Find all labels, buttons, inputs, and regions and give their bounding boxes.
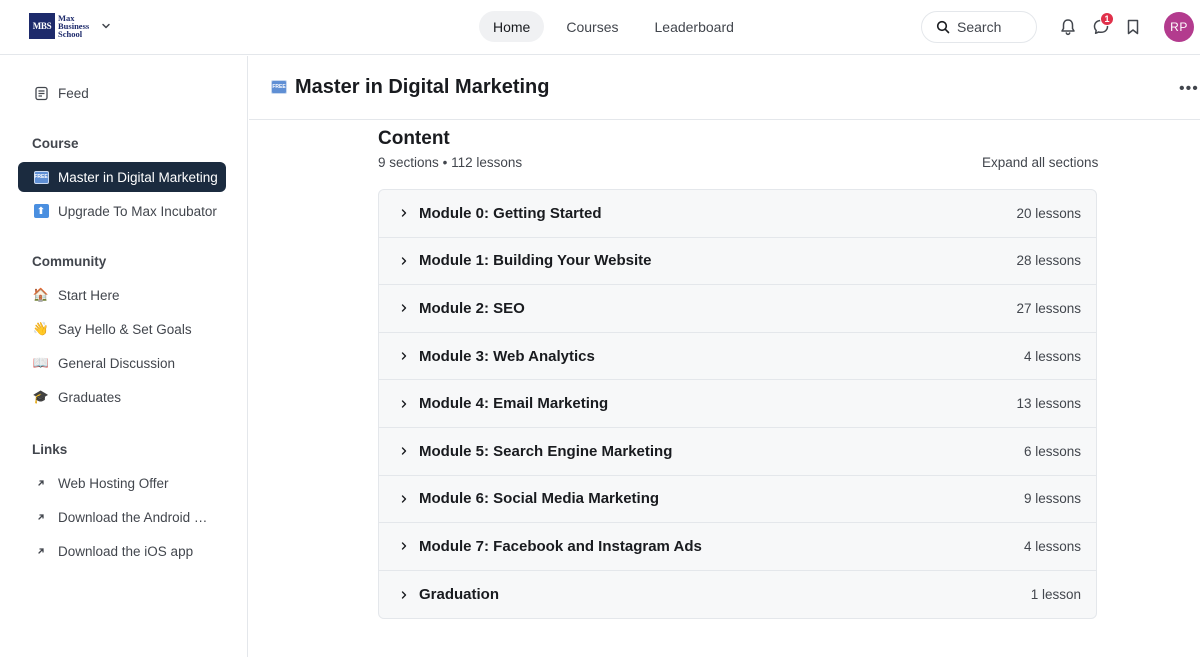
- house-icon: 🏠: [32, 287, 50, 302]
- sidebar-item-label: Upgrade To Max Incubator: [58, 203, 217, 219]
- waving-hand-icon: 👋: [32, 321, 50, 336]
- summary-separator: •: [442, 155, 448, 170]
- sidebar-item-label: General Discussion: [58, 355, 176, 371]
- sidebar-item-label: Web Hosting Offer: [58, 475, 169, 491]
- sidebar-item-feed[interactable]: Feed: [18, 78, 226, 108]
- search-icon: [936, 20, 950, 34]
- module-title: Module 6: Social Media Marketing: [419, 490, 660, 508]
- nav-courses[interactable]: Courses: [552, 11, 632, 42]
- page-header: FREE Master in Digital Marketing •••: [249, 56, 1200, 120]
- sidebar-item-say-hello[interactable]: 👋 Say Hello & Set Goals: [18, 314, 226, 344]
- module-row[interactable]: Module 0: Getting Started 20 lessons: [379, 190, 1096, 238]
- chevron-right-icon: [401, 542, 407, 551]
- up-arrow-icon: ⬆: [32, 202, 50, 220]
- content-summary: 9 sections • 112 lessons: [378, 155, 522, 170]
- module-lesson-count: 9 lessons: [1023, 491, 1081, 507]
- module-lesson-count: 27 lessons: [1016, 300, 1081, 316]
- module-title: Module 4: Email Marketing: [419, 395, 609, 413]
- more-options-icon[interactable]: •••: [1179, 80, 1199, 98]
- external-link-icon: [32, 474, 50, 492]
- chevron-right-icon: [401, 209, 407, 217]
- bell-icon[interactable]: [1058, 17, 1078, 37]
- module-lesson-count: 20 lessons: [1016, 205, 1081, 221]
- chevron-right-icon: [401, 495, 407, 503]
- chevron-right-icon: [401, 399, 407, 408]
- avatar[interactable]: RP: [1164, 12, 1194, 42]
- expand-all-sections-button[interactable]: Expand all sections: [982, 155, 1098, 170]
- sidebar-item-label: Start Here: [58, 287, 120, 303]
- chevron-right-icon: [401, 352, 407, 360]
- module-title: Module 1: Building Your Website: [419, 252, 652, 270]
- graduation-cap-icon: 🎓: [32, 389, 50, 404]
- feed-icon: [32, 84, 50, 102]
- sidebar-item-label: Master in Digital Marketing: [58, 169, 218, 185]
- search-label: Search: [957, 19, 1002, 35]
- sidebar-item-label: Download the iOS app: [58, 543, 194, 559]
- module-title: Graduation: [419, 586, 500, 604]
- module-row[interactable]: Module 2: SEO 27 lessons: [379, 285, 1096, 333]
- sidebar-link-ios-app[interactable]: Download the iOS app: [18, 536, 226, 566]
- brand-logo: MBS: [29, 13, 55, 39]
- module-title: Module 0: Getting Started: [419, 204, 602, 222]
- module-row[interactable]: Module 5: Search Engine Marketing 6 less…: [379, 428, 1096, 476]
- modules-list: Module 0: Getting Started 20 lessons Mod…: [378, 189, 1097, 620]
- module-row[interactable]: Graduation 1 lesson: [379, 571, 1096, 619]
- sidebar-item-label: Feed: [58, 85, 89, 101]
- chevron-down-icon: [102, 23, 110, 29]
- main-nav: Home Courses Leaderboard: [479, 11, 756, 42]
- module-row[interactable]: Module 1: Building Your Website 28 lesso…: [379, 238, 1096, 286]
- module-row[interactable]: Module 3: Web Analytics 4 lessons: [379, 333, 1096, 381]
- module-lesson-count: 4 lessons: [1023, 348, 1081, 364]
- nav-leaderboard[interactable]: Leaderboard: [641, 11, 748, 42]
- free-tag-icon: FREE: [271, 80, 287, 94]
- module-lesson-count: 13 lessons: [1016, 396, 1081, 412]
- chevron-right-icon: [401, 590, 407, 599]
- sidebar-item-graduates[interactable]: 🎓 Graduates: [18, 382, 226, 412]
- lessons-count: 112 lessons: [451, 155, 523, 170]
- bookmark-icon[interactable]: [1123, 17, 1143, 37]
- sidebar-item-start-here[interactable]: 🏠 Start Here: [18, 280, 226, 310]
- module-lesson-count: 6 lessons: [1023, 443, 1081, 459]
- sidebar-item-label: Graduates: [58, 389, 122, 405]
- sidebar-item-label: Say Hello & Set Goals: [58, 321, 192, 337]
- module-title: Module 5: Search Engine Marketing: [419, 442, 673, 460]
- module-lesson-count: 4 lessons: [1023, 538, 1081, 554]
- top-bar: MBS Max Business School Home Courses Lea…: [0, 0, 1200, 55]
- module-lesson-count: 28 lessons: [1016, 253, 1081, 269]
- module-title: Module 7: Facebook and Instagram Ads: [419, 537, 702, 555]
- brand-name: Max Business School: [58, 13, 90, 39]
- sidebar-link-web-hosting[interactable]: Web Hosting Offer: [18, 468, 226, 498]
- sidebar-link-android-app[interactable]: Download the Android app: [18, 502, 226, 532]
- chevron-right-icon: [401, 257, 407, 265]
- module-title: Module 2: SEO: [419, 299, 525, 317]
- free-tag-icon: FREE: [32, 168, 50, 186]
- course-heading: Course: [32, 136, 79, 151]
- external-link-icon: [32, 508, 50, 526]
- search-button[interactable]: Search: [921, 11, 1037, 43]
- sidebar-item-general-discussion[interactable]: 📖 General Discussion: [18, 348, 226, 378]
- sidebar-item-label: Download the Android app: [58, 509, 208, 525]
- sidebar-item-master-digital-marketing[interactable]: FREE Master in Digital Marketing: [18, 162, 226, 192]
- module-lesson-count: 1 lesson: [1030, 587, 1081, 603]
- open-book-icon: 📖: [32, 355, 50, 370]
- external-link-icon: [32, 542, 50, 560]
- messages-badge: 1: [1100, 12, 1114, 26]
- nav-home[interactable]: Home: [479, 11, 545, 42]
- sidebar-item-upgrade-incubator[interactable]: ⬆ Upgrade To Max Incubator: [18, 196, 226, 226]
- sections-count: 9 sections: [378, 155, 439, 170]
- links-heading: Links: [32, 442, 68, 457]
- module-title: Module 3: Web Analytics: [419, 347, 595, 365]
- page-title: Master in Digital Marketing: [295, 76, 550, 98]
- module-row[interactable]: Module 4: Email Marketing 13 lessons: [379, 380, 1096, 428]
- sidebar: Feed Course FREE Master in Digital Marke…: [0, 56, 248, 657]
- brand-switcher[interactable]: MBS Max Business School: [29, 13, 112, 39]
- content-title: Content: [378, 128, 450, 149]
- module-row[interactable]: Module 7: Facebook and Instagram Ads 4 l…: [379, 523, 1096, 571]
- chevron-right-icon: [401, 304, 407, 313]
- module-row[interactable]: Module 6: Social Media Marketing 9 lesso…: [379, 476, 1096, 524]
- community-heading: Community: [32, 254, 107, 269]
- chevron-right-icon: [401, 447, 407, 455]
